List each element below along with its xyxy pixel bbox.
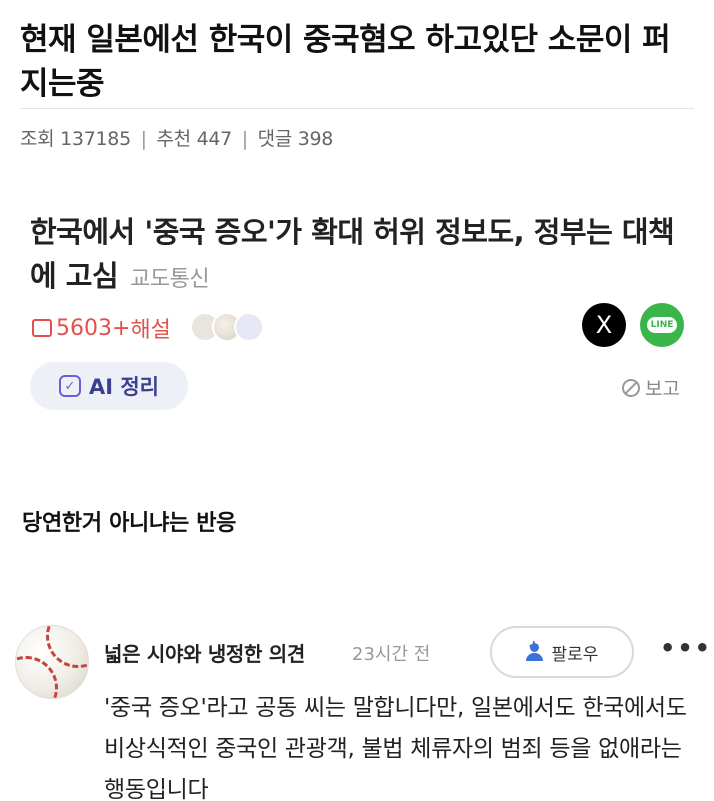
- ban-icon: [622, 378, 640, 397]
- meta-separator: |: [140, 128, 147, 150]
- comment-time: 23시간 전: [352, 644, 431, 665]
- ai-summary-label: AI 정리: [88, 375, 160, 399]
- follow-label: 팔로우: [551, 644, 599, 665]
- comment-bubble-icon: [32, 319, 52, 337]
- share-line-button[interactable]: LINE: [640, 303, 684, 347]
- headline-text[interactable]: 한국에서 '중국 증오'가 확대 허위 정보도, 정부는 대책에 고심: [30, 215, 675, 293]
- x-icon: X: [595, 311, 613, 339]
- ai-summary-button[interactable]: ✓ AI 정리: [30, 362, 188, 410]
- avatar[interactable]: [15, 625, 89, 699]
- check-icon: ✓: [58, 375, 81, 397]
- article-source[interactable]: 교도통신: [130, 267, 209, 292]
- meta-separator: |: [241, 128, 248, 150]
- views-label: 조회: [20, 128, 55, 150]
- comments-count: 398: [297, 128, 334, 150]
- caption-text: 당연한거 아니냐는 반응: [22, 511, 237, 536]
- report-button[interactable]: 보고: [622, 374, 680, 401]
- comment-author[interactable]: 넓은 시야와 냉정한 의견: [104, 638, 305, 667]
- baseball-stitch: [16, 656, 58, 698]
- follow-button[interactable]: + 팔로우: [490, 626, 634, 678]
- comment-count-link[interactable]: 5603 + 해설: [32, 312, 171, 344]
- more-menu-icon[interactable]: •••: [660, 634, 712, 662]
- plus-sign: +: [112, 315, 131, 341]
- post-title: 현재 일본에선 한국이 중국혐오 하고있단 소문이 퍼지는중: [20, 22, 671, 102]
- baseball-stitch: [46, 626, 88, 668]
- plus-icon: +: [528, 638, 540, 654]
- post-meta: 조회 137185 | 추천 447 | 댓글 398: [20, 124, 333, 151]
- recommend-label: 추천: [156, 128, 191, 150]
- reactor-avatar: [234, 312, 264, 342]
- views-count: 137185: [60, 128, 131, 150]
- comment-count-value: 5603: [56, 315, 112, 341]
- report-label: 보고: [645, 378, 680, 400]
- comment-body: '중국 증오'라고 공동 씨는 말합니다만, 일본에서도 한국에서도 비상식적인…: [104, 695, 687, 801]
- divider: [20, 108, 694, 109]
- recommend-count: 447: [196, 128, 233, 150]
- share-x-button[interactable]: X: [582, 303, 626, 347]
- reactor-avatars[interactable]: [190, 312, 264, 342]
- article-headline[interactable]: 한국에서 '중국 증오'가 확대 허위 정보도, 정부는 대책에 고심 교도통신: [30, 210, 680, 302]
- line-icon: LINE: [646, 317, 678, 333]
- commentary-label: 해설: [130, 318, 171, 343]
- comments-label: 댓글: [257, 128, 293, 150]
